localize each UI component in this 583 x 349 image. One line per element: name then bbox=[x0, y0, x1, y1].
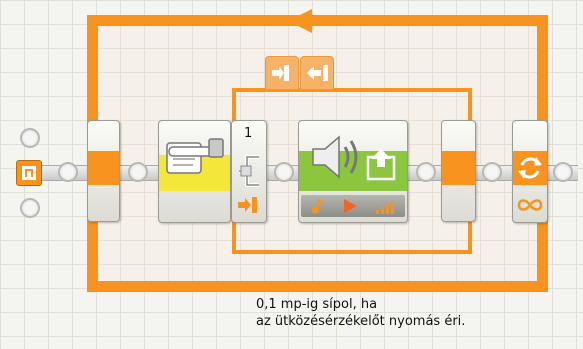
loop-begin-block[interactable] bbox=[87, 120, 120, 222]
comment-line-1: 0,1 mp-ig sípol, ha bbox=[256, 297, 378, 312]
loop-end-block[interactable] bbox=[512, 120, 548, 223]
switch-tab-false-icon bbox=[307, 65, 328, 81]
note-icon bbox=[311, 198, 325, 214]
switch-port-number: 1 bbox=[244, 126, 253, 141]
connector-ring bbox=[128, 162, 148, 182]
connector-ring bbox=[416, 162, 436, 182]
connector-ring bbox=[20, 198, 40, 218]
loop-arrows-icon bbox=[518, 157, 542, 179]
sensor-port-icon bbox=[238, 197, 257, 213]
loop-direction-arrow-icon bbox=[288, 9, 312, 33]
switch-tab-true[interactable] bbox=[265, 56, 299, 90]
touch-sensor-hand-icon bbox=[166, 138, 224, 174]
infinity-icon bbox=[517, 199, 543, 211]
play-icon bbox=[366, 149, 396, 181]
program-comment[interactable]: 0,1 mp-ig sípol, ha az ütközésérzékelőt … bbox=[256, 296, 465, 330]
switch-end-block[interactable] bbox=[441, 120, 476, 222]
connector-ring bbox=[20, 128, 40, 148]
switch-fork-icon bbox=[239, 155, 259, 187]
connector-ring bbox=[553, 162, 573, 182]
switch-tab-false[interactable] bbox=[300, 56, 334, 90]
switch-begin-block[interactable]: 1 bbox=[231, 120, 267, 223]
volume-icon bbox=[376, 201, 394, 214]
wait-touch-sensor-block[interactable] bbox=[158, 120, 231, 223]
switch-merge-icon bbox=[442, 151, 475, 185]
play-triangle-icon bbox=[344, 199, 357, 213]
loop-begin-icon bbox=[88, 151, 119, 185]
connector-ring bbox=[58, 162, 78, 182]
comment-line-2: az ütközésérzékelőt nyomás éri. bbox=[256, 314, 466, 329]
start-point[interactable] bbox=[16, 160, 42, 186]
sound-block[interactable] bbox=[298, 120, 408, 223]
speaker-icon bbox=[312, 135, 358, 179]
program-canvas[interactable]: 1 0,1 mp-ig sípol, ha az ütközésérzékelő… bbox=[0, 0, 583, 349]
connector-ring bbox=[482, 162, 502, 182]
switch-tab-true-icon bbox=[272, 65, 289, 81]
start-point-icon bbox=[22, 166, 36, 180]
connector-ring bbox=[274, 162, 294, 182]
